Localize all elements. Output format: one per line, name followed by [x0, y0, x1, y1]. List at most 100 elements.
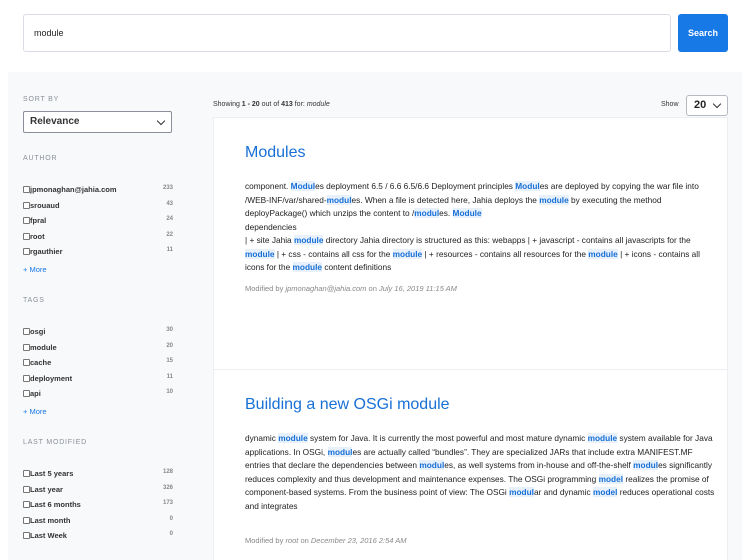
chevron-down-icon [156, 116, 166, 126]
facet-checkbox[interactable] [23, 359, 30, 366]
search-input[interactable] [23, 14, 671, 52]
search-term-highlight: modul [633, 460, 659, 470]
facet-checkbox[interactable] [23, 232, 30, 240]
snippet-text: dependencies | + site Jahia [245, 221, 297, 246]
search-term-highlight: model [598, 473, 624, 484]
facet-option-label: Last month [30, 515, 71, 525]
search-term-highlight: module [392, 248, 423, 259]
facet-checkbox[interactable] [23, 186, 30, 193]
facet-option-count: 11 [166, 373, 173, 380]
sort-select-value: Relevance [30, 116, 80, 127]
result-title-link[interactable]: Modules [245, 144, 305, 162]
snippet-text: directory Jahia directory is structured … [323, 235, 691, 245]
facet-option-label: fpral [30, 216, 47, 225]
search-term-highlight: module [293, 235, 324, 245]
snippet-text: | + resources - contains all resources f… [422, 248, 589, 259]
facet-option-label: rgauthier [30, 247, 63, 256]
facet-option[interactable]: Last Week 0 [23, 531, 173, 542]
chevron-down-icon [712, 99, 722, 109]
result-card: Building a new OSGi module dynamic modul… [213, 369, 728, 560]
facet-option-label: srouaud [30, 200, 60, 210]
result-meta: Modified by root on December 23, 2016 2:… [245, 536, 407, 545]
facet-option-count: 326 [162, 484, 173, 491]
facet-checkbox[interactable] [23, 201, 30, 209]
facet-option-count: 173 [162, 500, 173, 506]
search-term-highlight: module [587, 433, 618, 443]
facet-option[interactable]: Last 6 months 173 [23, 500, 173, 511]
facet-option-label: root [30, 231, 45, 241]
facet-option[interactable]: jpmonaghan@jahia.com 233 [23, 185, 173, 196]
search-term-highlight: modul [419, 460, 445, 470]
search-term-highlight: module [539, 194, 569, 205]
page-size-label: Show [661, 101, 679, 108]
search-button[interactable]: Search [678, 14, 728, 52]
snippet-text: content definitions [322, 262, 392, 272]
search-bar: Search [0, 0, 750, 72]
facet-checkbox[interactable] [23, 390, 30, 397]
facet-checkbox[interactable] [23, 532, 30, 539]
search-term-highlight: modul [414, 208, 440, 218]
search-term-highlight: Modul [290, 181, 316, 191]
facet-checkbox[interactable] [23, 343, 30, 351]
tags-more-link[interactable]: + More [23, 407, 47, 416]
facet-option-label: api [30, 389, 41, 398]
search-term-highlight: model [593, 487, 618, 497]
result-title-link[interactable]: Building a new OSGi module [245, 396, 450, 414]
facet-option-count: 128 [162, 469, 173, 475]
facet-option-count: 24 [166, 216, 173, 222]
facet-option-label: Last 6 months [30, 500, 81, 509]
facet-option-count: 30 [166, 327, 173, 333]
facet-checkbox[interactable] [23, 485, 30, 493]
search-term-highlight: modul [327, 446, 353, 457]
sort-by-label: SORT BY [23, 96, 60, 103]
facet-option-count: 43 [166, 200, 173, 207]
facet-option[interactable]: Last month 0 [23, 516, 173, 527]
facet-option-count: 0 [169, 531, 173, 537]
facet-option[interactable]: root 22 [23, 232, 173, 243]
facet-option[interactable]: cache 15 [23, 358, 173, 369]
snippet-text: es, as well systems from in-house and of… [444, 460, 634, 470]
facet-option[interactable]: Last 5 years 128 [23, 469, 173, 480]
facet-option-label: Last 5 years [30, 469, 74, 478]
snippet-text: | + css - contains all css for the [274, 248, 393, 259]
search-term-highlight: Modul [515, 181, 540, 191]
sort-select[interactable]: Relevance [23, 111, 172, 133]
facet-option[interactable]: api 10 [23, 389, 173, 400]
search-term-highlight: module [278, 433, 308, 443]
snippet-text: system for Java. It is currently the mos… [307, 433, 588, 443]
facet-option[interactable]: srouaud 43 [23, 201, 173, 212]
author-more-link[interactable]: + More [23, 265, 47, 274]
facet-option[interactable]: fpral 24 [23, 216, 173, 227]
facet-checkbox[interactable] [23, 516, 30, 524]
facet-checkbox[interactable] [23, 328, 30, 335]
page-size-value: 20 [694, 99, 707, 111]
result-meta: Modified by jpmonaghan@jahia.com on July… [245, 284, 457, 293]
snippet-text: dynamic [245, 433, 279, 443]
facet-option-label: Last year [30, 484, 63, 494]
facet-checkbox[interactable] [23, 501, 30, 508]
author-facet-label: AUTHOR [23, 155, 58, 162]
search-term-highlight: modul [509, 487, 534, 497]
search-term-highlight: module [292, 262, 323, 272]
search-term-highlight: Module [452, 208, 482, 218]
facet-checkbox[interactable] [23, 470, 30, 477]
facet-option-count: 11 [166, 247, 173, 253]
facet-checkbox[interactable] [23, 217, 30, 224]
facet-checkbox[interactable] [23, 374, 30, 382]
facet-option-count: 20 [166, 342, 173, 349]
facet-option[interactable]: module 20 [23, 343, 173, 354]
facet-option[interactable]: Last year 326 [23, 485, 173, 496]
tags-facet-label: TAGS [23, 297, 45, 304]
facet-option-count: 10 [166, 389, 173, 395]
snippet-text: ar and dynamic [533, 487, 594, 497]
facet-option-count: 22 [166, 231, 173, 238]
search-term-highlight: module [588, 248, 618, 259]
snippet-text: es deployment 6.5 / 6.6 6.5/6.6 Deployme… [315, 181, 516, 191]
facet-option[interactable]: rgauthier 11 [23, 247, 173, 258]
facet-option[interactable]: deployment 11 [23, 374, 173, 385]
facet-option-label: Last Week [30, 531, 67, 540]
facet-option[interactable]: osgi 30 [23, 327, 173, 338]
facet-checkbox[interactable] [23, 248, 30, 255]
page-size-select[interactable]: 20 [686, 95, 728, 116]
facet-option-count: 15 [166, 358, 173, 364]
